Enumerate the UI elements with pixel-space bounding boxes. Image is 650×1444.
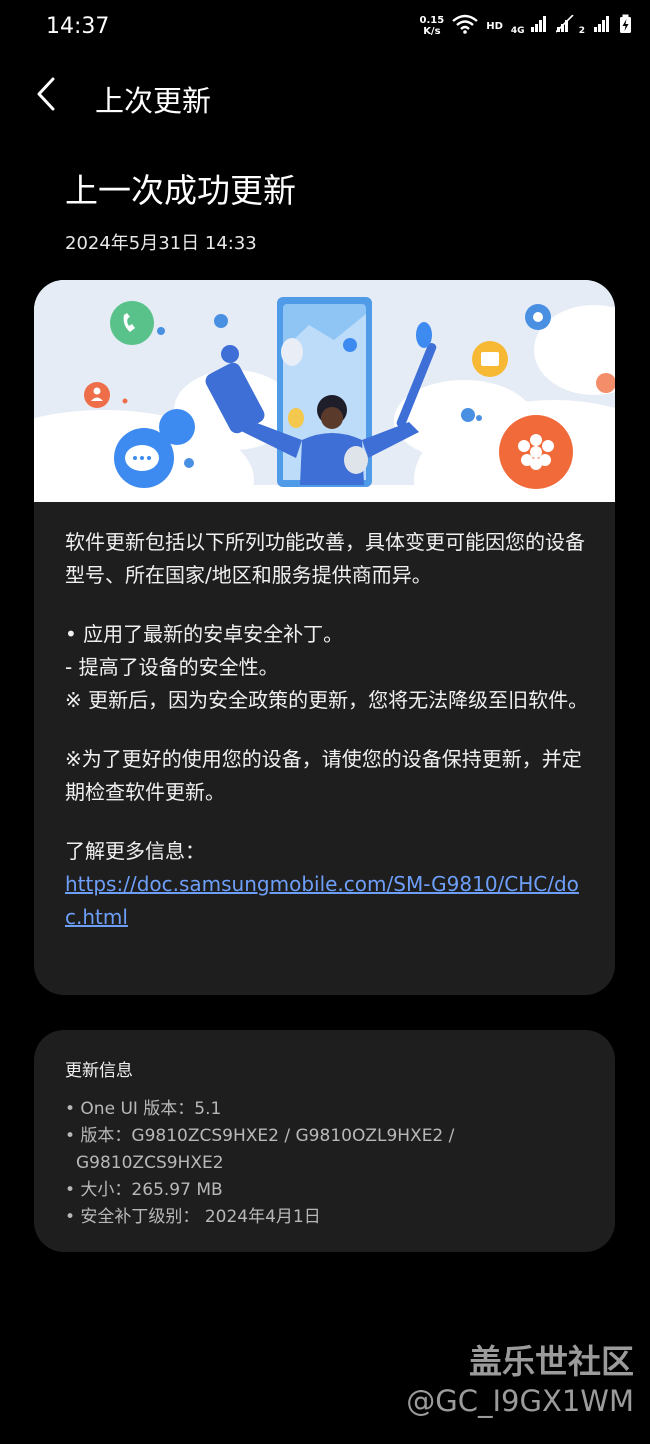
notes-item: - 提高了设备的安全性。 <box>65 655 279 679</box>
status-bar: 14:37 0.15 K/s HD 4G 2 <box>0 0 650 56</box>
update-date: 2024年5月31日 14:33 <box>65 233 257 254</box>
release-notes-text: 软件更新包括以下所列功能改善，具体变更可能因您的设备型号、所在国家/地区和服务提… <box>65 526 590 934</box>
signal-icon: 4G <box>511 15 548 37</box>
one-ui-version: • One UI 版本：5.1 <box>65 1099 222 1119</box>
notes-item: • 应用了最新的安卓安全补丁。 <box>65 622 344 646</box>
wifi-icon <box>452 14 478 38</box>
status-icons: 0.15 K/s HD 4G 2 <box>420 14 632 38</box>
network-speed-value: 0.15 <box>419 15 445 26</box>
page-title: 上一次成功更新 <box>65 171 296 210</box>
build-version: • 版本：G9810ZCS9HXE2 / G9810OZL9HXE2 / <box>65 1126 455 1146</box>
update-size: • 大小：265.97 MB <box>65 1180 223 1200</box>
release-notes-card: 软件更新包括以下所列功能改善，具体变更可能因您的设备型号、所在国家/地区和服务提… <box>34 280 615 995</box>
notes-intro: 软件更新包括以下所列功能改善，具体变更可能因您的设备型号、所在国家/地区和服务提… <box>65 530 585 587</box>
app-title: 上次更新 <box>95 84 212 118</box>
chevron-left-icon <box>35 77 57 115</box>
notes-notice: ※为了更好的使用您的设备，请使您的设备保持更新，并定期检查软件更新。 <box>65 747 582 804</box>
update-info-card: 更新信息 • One UI 版本：5.1 • 版本：G9810ZCS9HXE2 … <box>34 1030 615 1252</box>
watermark-title: 盖乐世社区 <box>469 1342 634 1381</box>
notes-item: ※ 更新后，因为安全政策的更新，您将无法降级至旧软件。 <box>65 688 589 712</box>
signal-icon <box>593 15 611 37</box>
status-time: 14:37 <box>46 14 110 39</box>
more-info-label: 了解更多信息： <box>65 839 205 863</box>
more-info-link[interactable]: https://doc.samsungmobile.com/SM-G9810/C… <box>65 868 590 934</box>
update-info-heading: 更新信息 <box>65 1061 133 1081</box>
security-patch-level: • 安全补丁级别： 2024年4月1日 <box>65 1207 321 1227</box>
signal-icon: 2 <box>555 14 585 37</box>
watermark-user: @GC_I9GX1WM <box>406 1384 634 1418</box>
update-info-list: • One UI 版本：5.1 • 版本：G9810ZCS9HXE2 / G98… <box>65 1096 585 1231</box>
hd-label: HD <box>486 20 503 32</box>
network-speed: 0.15 K/s <box>420 15 445 37</box>
sim2-label: 2 <box>578 26 585 36</box>
update-illustration <box>34 280 615 502</box>
app-bar: 上次更新 <box>0 66 650 130</box>
battery-charging-icon <box>619 14 632 38</box>
network-type-label: 4G <box>510 26 525 36</box>
back-button[interactable] <box>26 74 66 118</box>
build-version-continued: G9810ZCS9HXE2 <box>76 1153 224 1173</box>
network-speed-unit: K/s <box>423 26 441 37</box>
